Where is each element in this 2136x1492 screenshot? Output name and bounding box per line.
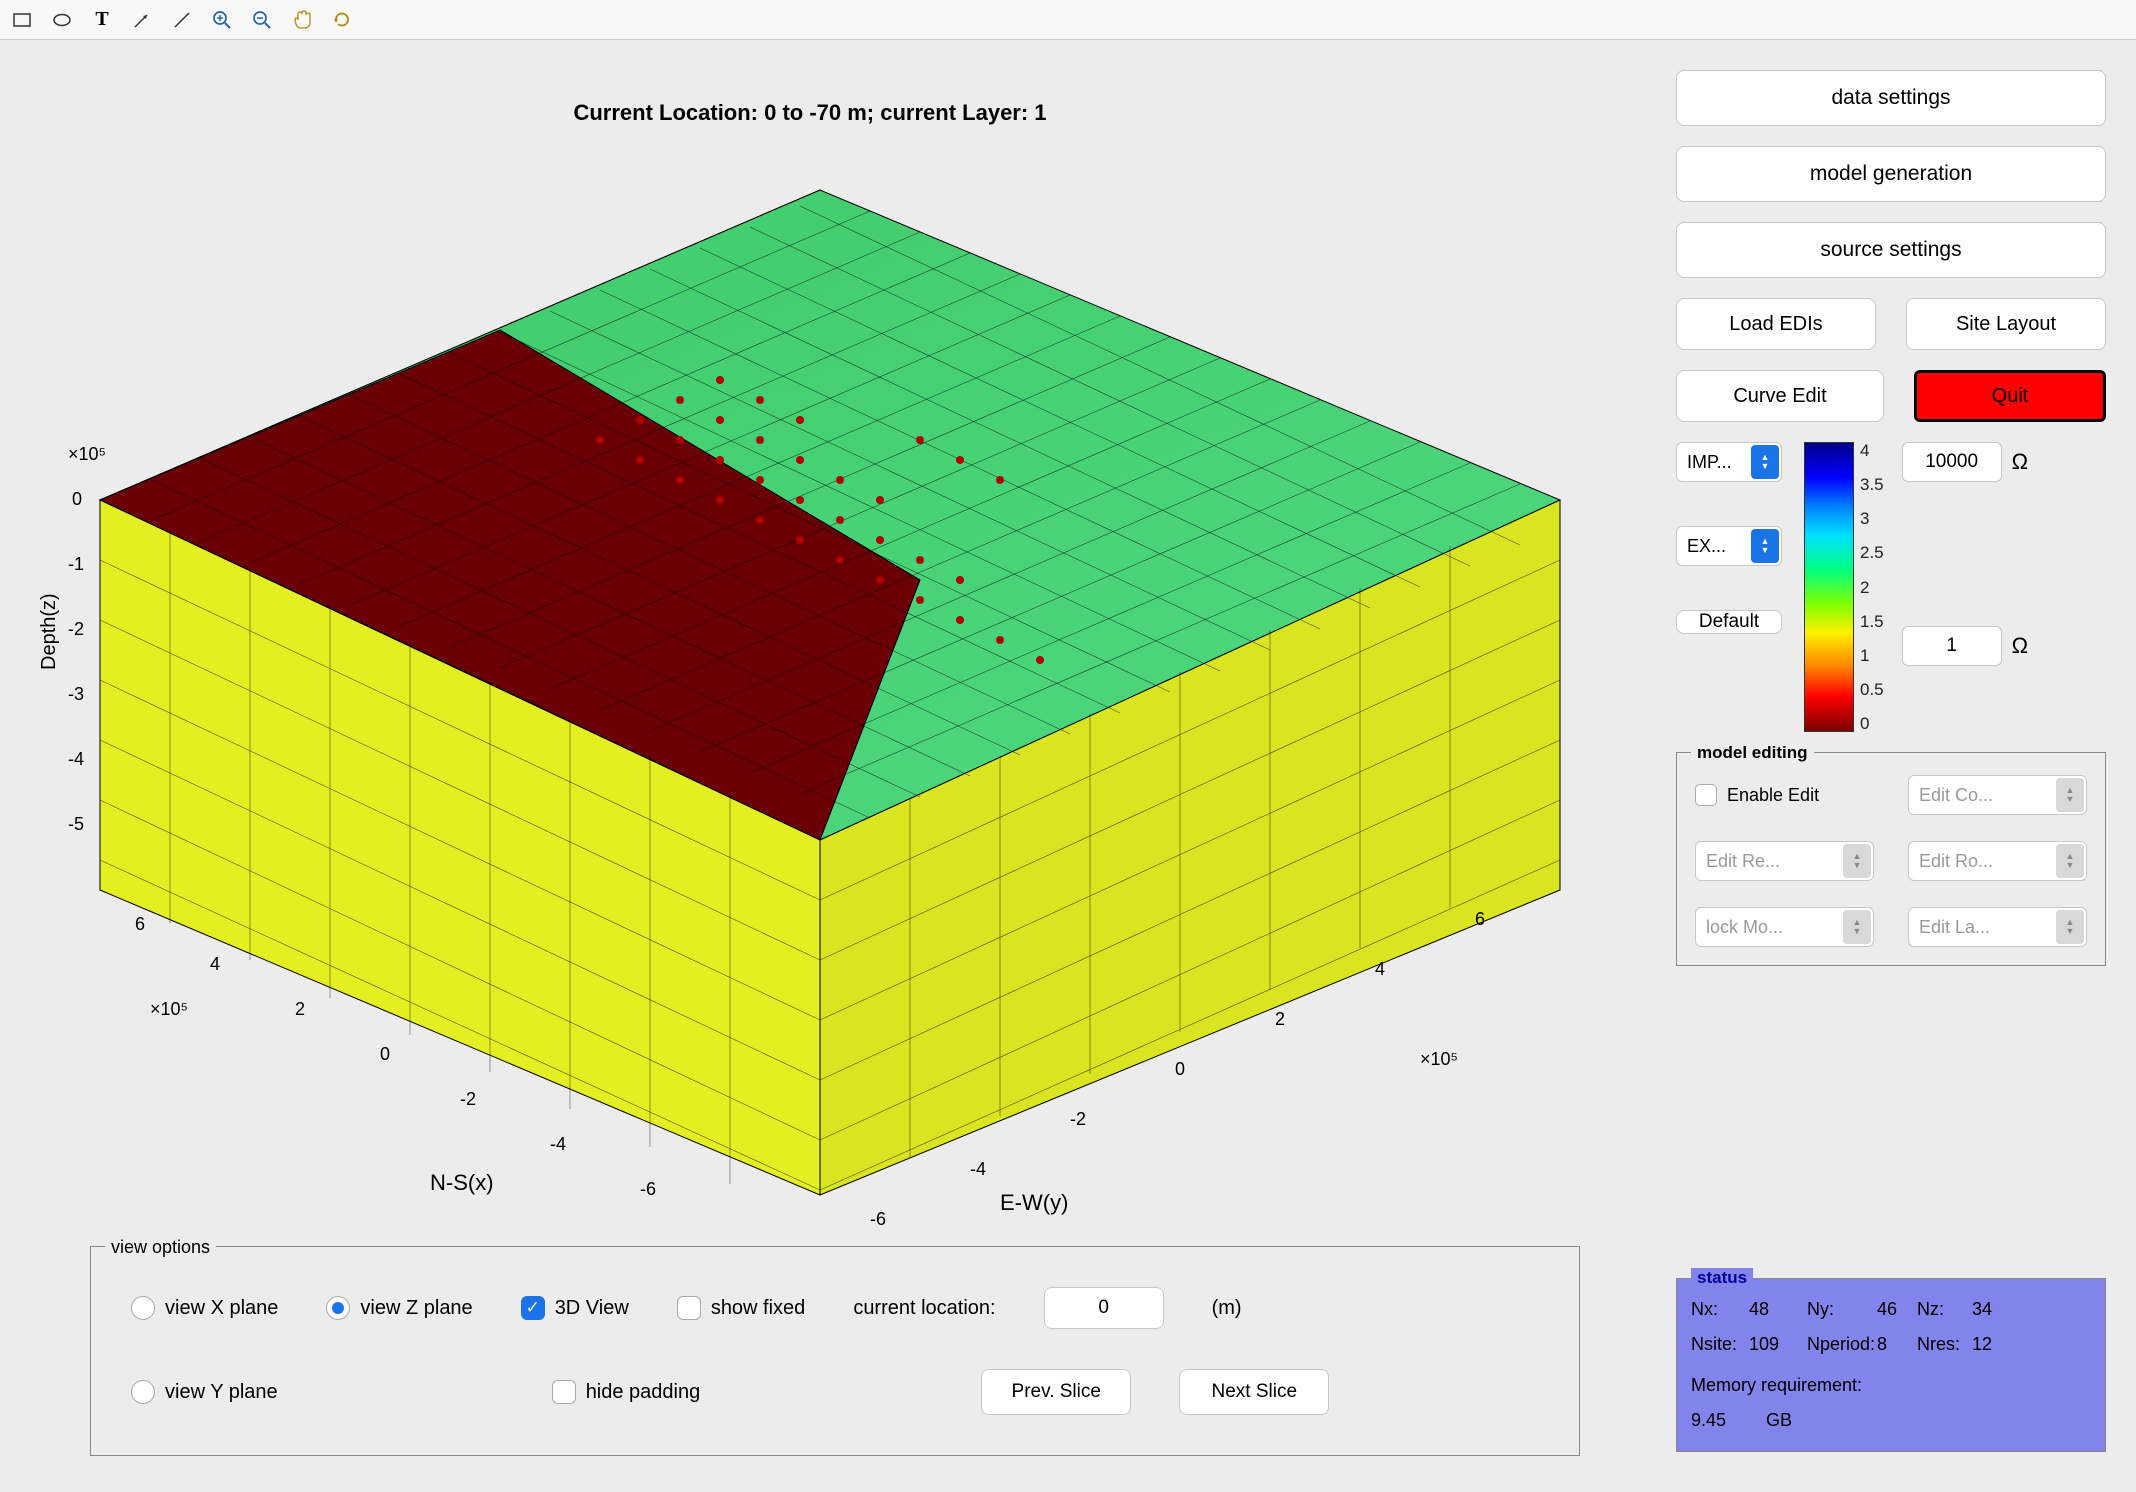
svg-text:4: 4	[210, 954, 220, 974]
svg-text:0: 0	[1175, 1059, 1185, 1079]
svg-text:4: 4	[1375, 959, 1385, 979]
panel-title: view options	[105, 1237, 216, 1258]
zoom-out-icon[interactable]	[248, 6, 276, 34]
chevron-updown-icon: ▲▼	[2056, 778, 2084, 812]
view-x-plane-radio[interactable]: view X plane	[131, 1296, 278, 1320]
svg-text:-4: -4	[970, 1159, 986, 1179]
y-scale: ×10⁵	[1420, 1049, 1458, 1069]
svg-text:0: 0	[380, 1044, 390, 1064]
svg-text:2: 2	[295, 999, 305, 1019]
site-layout-button[interactable]: Site Layout	[1906, 298, 2106, 350]
svg-text:6: 6	[1475, 909, 1485, 929]
panel-title: status	[1691, 1268, 1753, 1288]
ellipse-tool-icon[interactable]	[48, 6, 76, 34]
svg-text:-2: -2	[1070, 1109, 1086, 1129]
enable-edit-checkbox[interactable]: Enable Edit	[1695, 775, 1874, 815]
svg-text:0: 0	[72, 489, 82, 509]
svg-text:-2: -2	[68, 619, 84, 639]
load-edis-button[interactable]: Load EDIs	[1676, 298, 1876, 350]
x-scale: ×10⁵	[150, 999, 188, 1019]
show-fixed-checkbox[interactable]: show fixed	[677, 1296, 806, 1320]
line-tool-icon[interactable]	[168, 6, 196, 34]
source-settings-button[interactable]: source settings	[1676, 222, 2106, 278]
nx-value: 48	[1749, 1299, 1807, 1320]
z-axis-label: Depth(z)	[38, 593, 60, 670]
curve-edit-button[interactable]: Curve Edit	[1676, 370, 1884, 422]
export-select[interactable]: EX...▲▼	[1676, 526, 1782, 566]
plot-3d[interactable]: Current Location: 0 to -70 m; current La…	[20, 60, 1600, 1240]
model-generation-button[interactable]: model generation	[1676, 146, 2106, 202]
svg-text:-5: -5	[68, 814, 84, 834]
edit-color-select[interactable]: Edit Co...▲▼	[1908, 775, 2087, 815]
svg-text:6: 6	[135, 914, 145, 934]
z-scale: ×10⁵	[68, 444, 106, 464]
chevron-updown-icon: ▲▼	[1843, 910, 1871, 944]
view-options-panel: view options view X plane view Z plane ✓…	[90, 1246, 1580, 1456]
memory-unit: GB	[1766, 1410, 1792, 1431]
nsite-value: 109	[1749, 1334, 1807, 1355]
lock-model-select[interactable]: lock Mo...▲▼	[1695, 907, 1874, 947]
default-button[interactable]: Default	[1676, 610, 1782, 634]
nperiod-value: 8	[1877, 1334, 1917, 1355]
y-axis-label: E-W(y)	[1000, 1190, 1068, 1215]
view-y-plane-radio[interactable]: view Y plane	[131, 1380, 278, 1404]
import-select[interactable]: IMP...▲▼	[1676, 442, 1782, 482]
figure-toolbar: T	[0, 0, 2136, 40]
lower-resistivity-input[interactable]	[1902, 626, 2002, 666]
quit-button[interactable]: Quit	[1914, 370, 2106, 422]
svg-text:-4: -4	[550, 1134, 566, 1154]
rect-tool-icon[interactable]	[8, 6, 36, 34]
view-z-plane-radio[interactable]: view Z plane	[326, 1296, 472, 1320]
ohm-unit-label: Ω	[2012, 633, 2028, 659]
svg-text:-6: -6	[640, 1179, 656, 1199]
colorbar-ticks: 43.5 32.5 21.5 10.5 0	[1860, 442, 1884, 732]
checkbox-icon	[1695, 784, 1717, 806]
current-location-input[interactable]	[1044, 1287, 1164, 1329]
chevron-updown-icon: ▲▼	[2056, 910, 2084, 944]
arrow-tool-icon[interactable]	[128, 6, 156, 34]
current-location-label: current location:	[853, 1297, 995, 1320]
hide-padding-checkbox[interactable]: hide padding	[552, 1380, 701, 1404]
upper-resistivity-input[interactable]	[1902, 442, 2002, 482]
ny-value: 46	[1877, 1299, 1917, 1320]
panel-title: model editing	[1691, 743, 1814, 763]
svg-text:-4: -4	[68, 749, 84, 769]
ohm-unit-label: Ω	[2012, 449, 2028, 475]
colorbar	[1804, 442, 1854, 732]
x-axis-label: N-S(x)	[430, 1170, 494, 1195]
memory-value: 9.45	[1691, 1410, 1726, 1431]
current-location-unit: (m)	[1212, 1297, 1242, 1320]
pan-tool-icon[interactable]	[288, 6, 316, 34]
svg-text:-6: -6	[870, 1209, 886, 1229]
model-editing-panel: model editing Enable Edit Edit Co...▲▼ E…	[1676, 752, 2106, 966]
restore-view-icon[interactable]	[328, 6, 356, 34]
status-panel: status Nx:48 Ny:46 Nz:34 Nsite:109 Nperi…	[1676, 1278, 2106, 1452]
zoom-in-icon[interactable]	[208, 6, 236, 34]
svg-text:-2: -2	[460, 1089, 476, 1109]
nz-value: 34	[1972, 1299, 2012, 1320]
chevron-updown-icon: ▲▼	[2056, 844, 2084, 878]
svg-text:-1: -1	[68, 554, 84, 574]
data-settings-button[interactable]: data settings	[1676, 70, 2106, 126]
next-slice-button[interactable]: Next Slice	[1179, 1369, 1329, 1415]
memory-label: Memory requirement:	[1691, 1375, 2091, 1396]
edit-layer-select[interactable]: Edit La...▲▼	[1908, 907, 2087, 947]
3d-view-checkbox[interactable]: ✓3D View	[521, 1296, 629, 1320]
prev-slice-button[interactable]: Prev. Slice	[981, 1369, 1131, 1415]
chevron-updown-icon: ▲▼	[1751, 445, 1779, 479]
edit-region-select[interactable]: Edit Re...▲▼	[1695, 841, 1874, 881]
edit-row-select[interactable]: Edit Ro...▲▼	[1908, 841, 2087, 881]
text-tool-icon[interactable]: T	[88, 6, 116, 34]
chevron-updown-icon: ▲▼	[1843, 844, 1871, 878]
svg-text:2: 2	[1275, 1009, 1285, 1029]
svg-text:-3: -3	[68, 684, 84, 704]
nres-value: 12	[1972, 1334, 2012, 1355]
chevron-updown-icon: ▲▼	[1751, 529, 1779, 563]
